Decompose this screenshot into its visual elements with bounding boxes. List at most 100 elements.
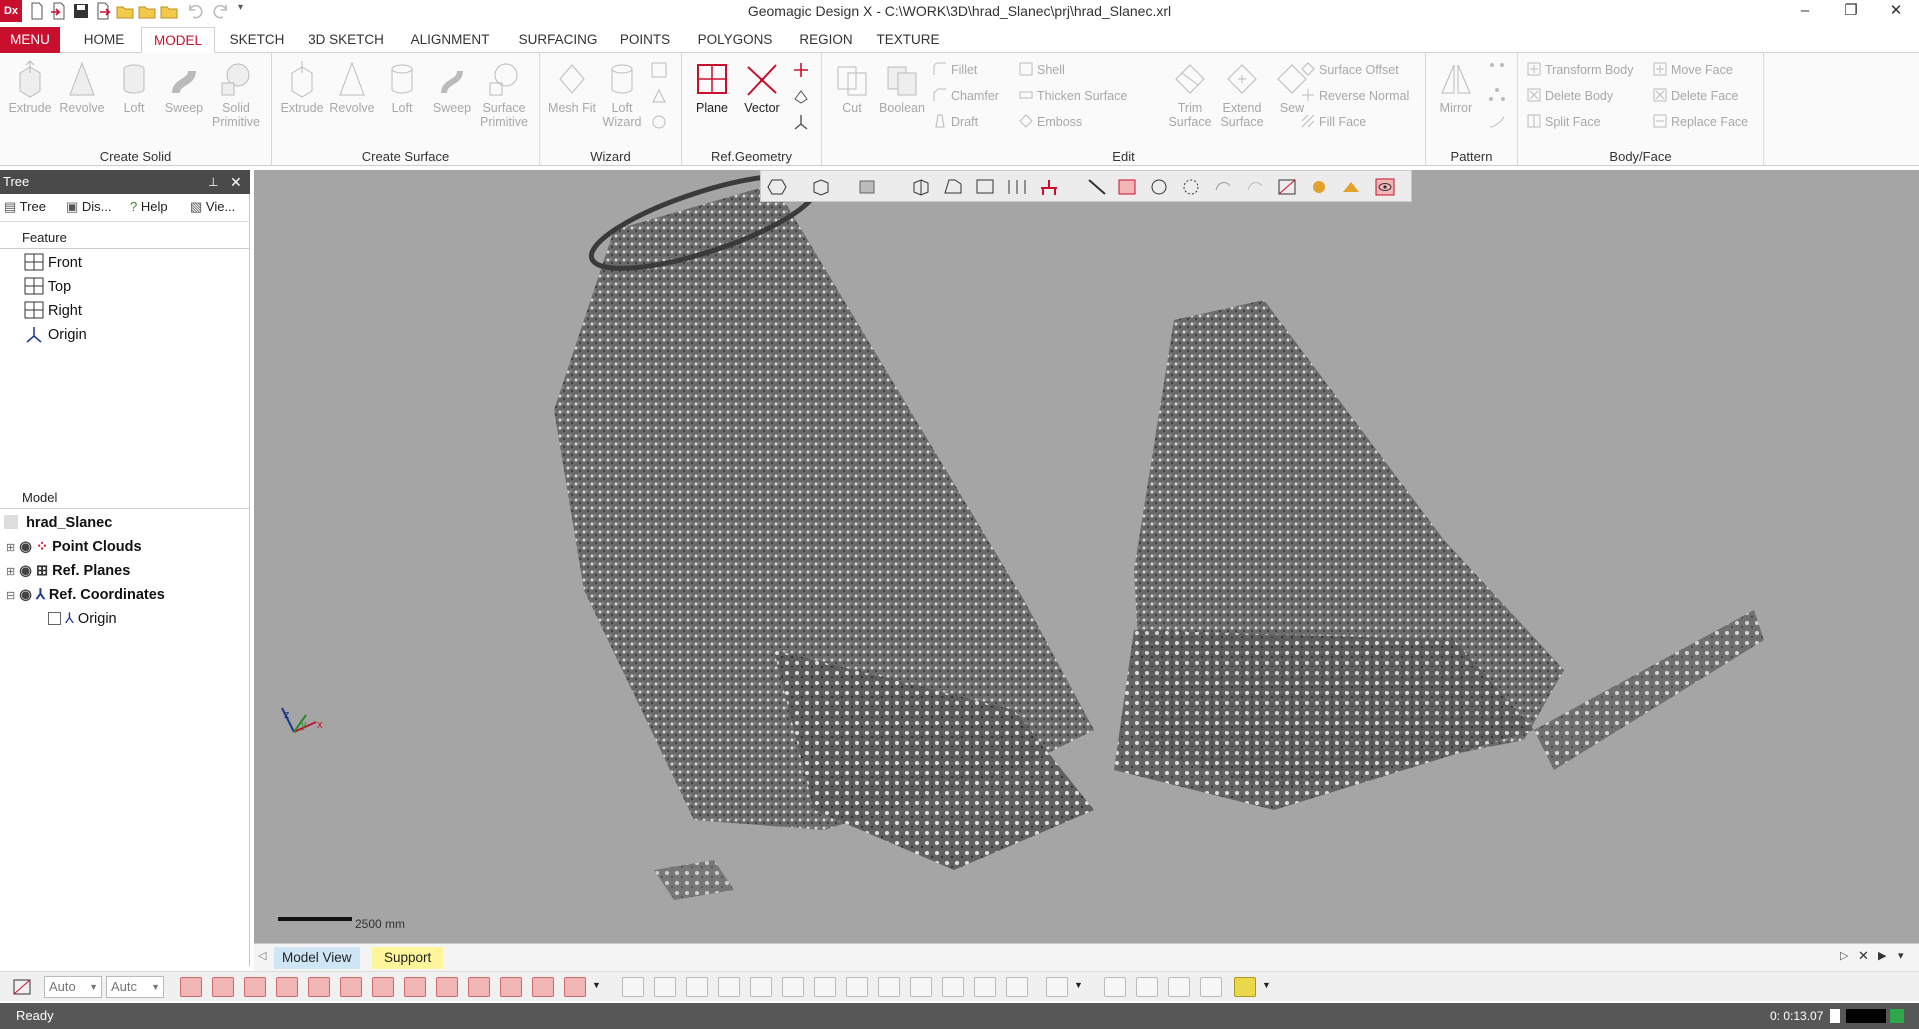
view-back-icon[interactable] bbox=[975, 178, 995, 196]
eye-icon[interactable]: ◉ bbox=[19, 587, 32, 603]
visibility-checkbox[interactable] bbox=[48, 612, 61, 625]
tab-view[interactable]: ▧ Vie... bbox=[190, 199, 235, 215]
coordinate-icon[interactable] bbox=[792, 113, 810, 131]
view-shaded-icon[interactable] bbox=[857, 178, 877, 196]
tab-polygons[interactable]: POLYGONS bbox=[688, 27, 782, 53]
point-icon[interactable] bbox=[792, 61, 810, 79]
select-mode-10-icon[interactable] bbox=[910, 977, 932, 997]
surface-revolve-button[interactable]: Revolve bbox=[328, 59, 376, 143]
replace-face-button[interactable]: Replace Face bbox=[1652, 112, 1748, 134]
circle-select-icon[interactable] bbox=[1149, 178, 1169, 196]
select-mode-5-icon[interactable] bbox=[750, 977, 772, 997]
measure-distance-icon[interactable] bbox=[1104, 977, 1126, 997]
eye-icon[interactable]: ◉ bbox=[19, 539, 32, 555]
select-mode-4-icon[interactable] bbox=[718, 977, 740, 997]
tab-surfacing[interactable]: SURFACING bbox=[508, 27, 608, 53]
select-mode-9-icon[interactable] bbox=[878, 977, 900, 997]
select-mode-13-icon[interactable] bbox=[1006, 977, 1028, 997]
selection-filter-icon[interactable] bbox=[12, 978, 32, 996]
filter-edge-icon[interactable] bbox=[436, 977, 458, 997]
tab-help[interactable]: ? Help bbox=[130, 199, 168, 214]
fill-face-button[interactable]: Fill Face bbox=[1300, 112, 1366, 134]
tree-item-origin[interactable]: Origin bbox=[24, 324, 87, 346]
close-button[interactable]: ✕ bbox=[1873, 0, 1919, 24]
filter-sketch-icon[interactable] bbox=[468, 977, 490, 997]
select-mode-6-icon[interactable] bbox=[782, 977, 804, 997]
measure-angle-icon[interactable] bbox=[1136, 977, 1158, 997]
view-section-icon[interactable] bbox=[1007, 178, 1027, 196]
polygon-select-icon[interactable] bbox=[1181, 178, 1201, 196]
clipboard-dropdown-icon[interactable]: ▼ bbox=[1074, 980, 1083, 990]
tree-item-front[interactable]: Front bbox=[24, 252, 82, 274]
select-mode-1-icon[interactable] bbox=[622, 977, 644, 997]
restore-button[interactable]: ❐ bbox=[1828, 0, 1874, 24]
tab-region[interactable]: REGION bbox=[792, 27, 860, 53]
transform-body-button[interactable]: Transform Body bbox=[1526, 60, 1633, 82]
surface-extrude-button[interactable]: Extrude bbox=[278, 59, 326, 143]
measure-section-icon[interactable] bbox=[1200, 977, 1222, 997]
selection-mode-combo[interactable]: Auto ▼ bbox=[44, 976, 102, 998]
lasso-select-icon[interactable] bbox=[1245, 178, 1265, 196]
expand-icon[interactable]: ⊞ bbox=[6, 566, 15, 578]
filter-coordinate-icon[interactable] bbox=[564, 977, 586, 997]
delete-face-button[interactable]: Delete Face bbox=[1652, 86, 1738, 108]
tab-model[interactable]: MODEL bbox=[141, 27, 215, 53]
tab-model-view[interactable]: Model View bbox=[274, 947, 360, 969]
solid-sweep-button[interactable]: Sweep bbox=[160, 59, 208, 143]
filter-points-icon[interactable] bbox=[244, 977, 266, 997]
model-viewport[interactable]: z x y bbox=[254, 170, 1919, 943]
cut-button[interactable]: Cut bbox=[828, 59, 876, 143]
circular-pattern-icon[interactable] bbox=[1488, 87, 1506, 105]
trim-surface-button[interactable]: Trim Surface bbox=[1166, 59, 1214, 143]
wizard-small-1-icon[interactable] bbox=[650, 61, 668, 79]
wizard-small-2-icon[interactable] bbox=[650, 87, 668, 105]
move-face-button[interactable]: Move Face bbox=[1652, 60, 1733, 82]
filter-mesh-icon[interactable] bbox=[212, 977, 234, 997]
solid-primitive-button[interactable]: Solid Primitive bbox=[212, 59, 260, 143]
filter-plane-icon[interactable] bbox=[500, 977, 522, 997]
mesh-fit-button[interactable]: Mesh Fit bbox=[548, 59, 596, 143]
analyzer-dropdown-icon[interactable]: ▼ bbox=[1262, 980, 1271, 990]
filter-vector-icon[interactable] bbox=[532, 977, 554, 997]
tab-menu[interactable]: MENU bbox=[0, 27, 60, 53]
tab-display[interactable]: ▣ Dis... bbox=[66, 199, 112, 215]
filter-region-icon[interactable] bbox=[276, 977, 298, 997]
extend-surface-button[interactable]: Extend Surface bbox=[1218, 59, 1266, 143]
boolean-button[interactable]: Boolean bbox=[878, 59, 926, 143]
tree-item-ref-planes[interactable]: ⊞ ◉ ⊞ Ref. Planes bbox=[6, 560, 130, 582]
select-mode-7-icon[interactable] bbox=[814, 977, 836, 997]
filter-all-icon[interactable] bbox=[180, 977, 202, 997]
select-mode-11-icon[interactable] bbox=[942, 977, 964, 997]
accuracy-analyzer-icon[interactable] bbox=[1234, 977, 1256, 997]
solid-revolve-button[interactable]: Revolve bbox=[58, 59, 106, 143]
visible-only-icon[interactable] bbox=[1341, 178, 1361, 196]
linear-pattern-icon[interactable] bbox=[1488, 61, 1506, 79]
rect-select-icon[interactable] bbox=[1117, 178, 1137, 196]
plane-button[interactable]: Plane bbox=[688, 59, 736, 143]
vector-button[interactable]: Vector bbox=[738, 59, 786, 143]
tree-item-right[interactable]: Right bbox=[24, 300, 82, 322]
tab-sketch[interactable]: SKETCH bbox=[225, 27, 289, 53]
tree-item-model-root[interactable]: hrad_Slanec bbox=[4, 512, 112, 534]
freeform-select-icon[interactable] bbox=[1213, 178, 1233, 196]
tab-alignment[interactable]: ALIGNMENT bbox=[402, 27, 498, 53]
surface-sweep-button[interactable]: Sweep bbox=[428, 59, 476, 143]
select-mode-8-icon[interactable] bbox=[846, 977, 868, 997]
wizard-small-3-icon[interactable] bbox=[650, 113, 668, 131]
tree-item-point-clouds[interactable]: ⊞ ◉ ⁘ Point Clouds bbox=[6, 536, 142, 558]
thicken-surface-button[interactable]: Thicken Surface bbox=[1018, 86, 1127, 108]
surface-primitive-button[interactable]: Surface Primitive bbox=[480, 59, 528, 143]
shell-button[interactable]: Shell bbox=[1018, 60, 1065, 82]
clipboard-icon[interactable] bbox=[1046, 977, 1068, 997]
minimize-button[interactable]: – bbox=[1782, 0, 1828, 24]
surface-loft-button[interactable]: Loft bbox=[378, 59, 426, 143]
view-polygon-icon[interactable] bbox=[767, 178, 787, 196]
select-mode-2-icon[interactable] bbox=[654, 977, 676, 997]
filter-body-icon[interactable] bbox=[340, 977, 362, 997]
draft-button[interactable]: Draft bbox=[932, 112, 978, 134]
delete-body-button[interactable]: Delete Body bbox=[1526, 86, 1613, 108]
pin-icon[interactable]: ⊥ bbox=[208, 170, 218, 194]
split-face-button[interactable]: Split Face bbox=[1526, 112, 1601, 134]
solid-extrude-button[interactable]: Extrude bbox=[6, 59, 54, 143]
eye-icon[interactable]: ◉ bbox=[19, 563, 32, 579]
